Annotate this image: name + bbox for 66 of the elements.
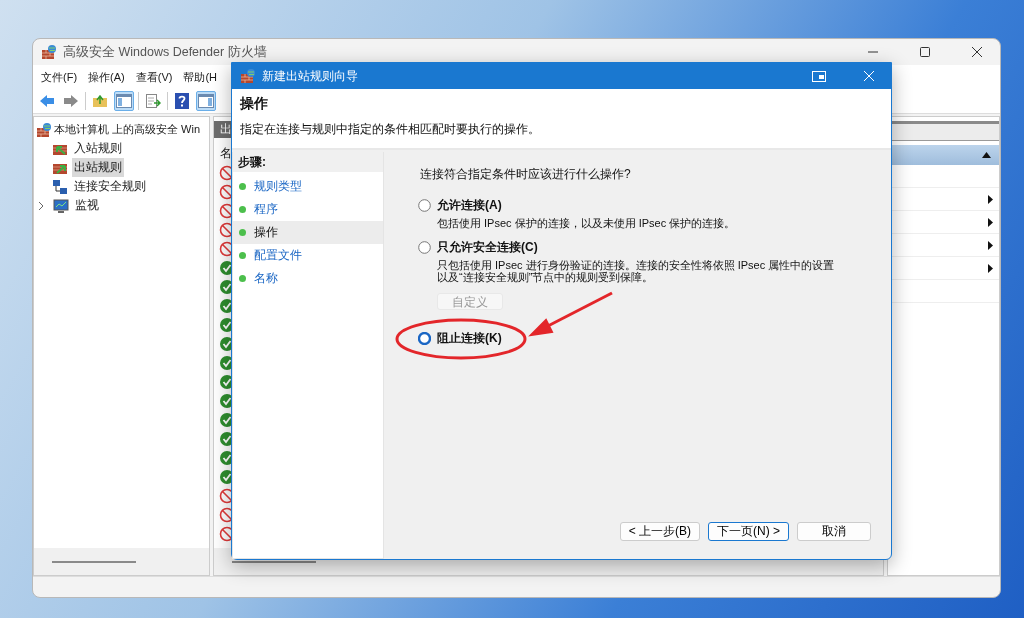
chevron-right-icon[interactable] — [37, 201, 45, 210]
dialog-title: 新建出站规则向导 — [262, 67, 359, 85]
step-item[interactable]: 规则类型 — [233, 175, 383, 198]
radio-button[interactable] — [418, 199, 431, 212]
dialog-button[interactable]: 下一页(N) > — [708, 522, 789, 541]
minimize-icon — [868, 51, 878, 53]
step-item[interactable]: 操作 — [233, 221, 383, 244]
tree-item[interactable]: 监视 — [73, 196, 101, 215]
step-item[interactable]: 名称 — [233, 267, 383, 290]
app-icon — [41, 44, 57, 60]
menu-item[interactable]: 帮助(H — [178, 69, 222, 85]
toolbar-button[interactable] — [114, 91, 134, 111]
export-list-icon — [145, 94, 161, 108]
steps-title: 步骤: — [233, 152, 383, 172]
submenu-arrow-icon[interactable] — [988, 217, 993, 227]
page-heading: 操作 — [240, 95, 269, 113]
option-description: 只包括使用 IPsec 进行身份验证的连接。连接的安全性将依照 IPsec 属性中的设置以及“连接安全规则”节点中的规则受到保障。 — [437, 259, 836, 283]
scrollbar-thumb[interactable] — [232, 560, 316, 563]
tree-item[interactable]: 入站规则 — [72, 139, 124, 158]
folder-up-icon — [92, 94, 108, 108]
step-dot-icon — [239, 206, 246, 213]
pane-toggle-icon — [198, 94, 214, 108]
monitor-icon — [53, 197, 69, 214]
toolbar-button[interactable] — [172, 91, 192, 111]
dialog-button[interactable]: 取消 — [797, 522, 871, 541]
help-icon — [175, 93, 189, 109]
step-dot-icon — [239, 252, 246, 259]
step-item[interactable]: 程序 — [233, 198, 383, 221]
step-dot-icon — [239, 183, 246, 190]
column-header[interactable]: 名 — [220, 144, 232, 162]
app-icon — [240, 68, 256, 84]
dialog-button[interactable]: < 上一步(B) — [619, 522, 700, 541]
toolbar-button[interactable] — [143, 91, 163, 111]
maximize-icon — [920, 47, 930, 57]
step-dot-icon — [239, 229, 246, 236]
submenu-arrow-icon[interactable] — [988, 263, 993, 273]
radio-button[interactable] — [418, 241, 431, 254]
submenu-arrow-icon[interactable] — [988, 240, 993, 250]
close-icon — [864, 71, 874, 81]
menu-item[interactable]: 查看(V) — [130, 69, 178, 85]
back-arrow-icon — [39, 94, 55, 108]
question-text: 连接符合指定条件时应该进行什么操作? — [420, 166, 632, 183]
network-computers-icon — [52, 178, 68, 195]
tree-item[interactable]: 连接安全规则 — [72, 177, 148, 196]
firewall-icon — [36, 121, 52, 138]
option-description: 包括使用 IPsec 保护的连接，以及未使用 IPsec 保护的连接。 — [437, 217, 737, 229]
step-item[interactable]: 配置文件 — [233, 244, 383, 267]
submenu-arrow-icon[interactable] — [988, 194, 993, 204]
radio-button[interactable] — [418, 332, 431, 345]
pane-toggle-icon — [116, 94, 132, 108]
window-icon — [812, 70, 826, 82]
step-dot-icon — [239, 275, 246, 282]
option-label[interactable]: 只允许安全连接(C) — [437, 239, 538, 256]
page-description: 指定在连接与规则中指定的条件相匹配时要执行的操作。 — [240, 121, 541, 138]
option-label[interactable]: 允许连接(A) — [437, 197, 502, 214]
close-icon — [972, 47, 982, 57]
window-title: 高级安全 Windows Defender 防火墙 — [63, 43, 268, 61]
tree-item[interactable]: 本地计算机 上的高级安全 Win — [54, 121, 201, 138]
menu-item[interactable]: 文件(F) — [36, 69, 83, 85]
toolbar-button[interactable] — [196, 91, 216, 111]
option-label[interactable]: 阻止连接(K) — [437, 330, 502, 347]
collapse-arrow-icon[interactable] — [982, 152, 991, 158]
tree-item[interactable]: 出站规则 — [72, 158, 124, 177]
menu-item[interactable]: 操作(A) — [83, 69, 130, 85]
scrollbar-thumb[interactable] — [52, 560, 136, 563]
forward-arrow-icon — [63, 94, 79, 108]
